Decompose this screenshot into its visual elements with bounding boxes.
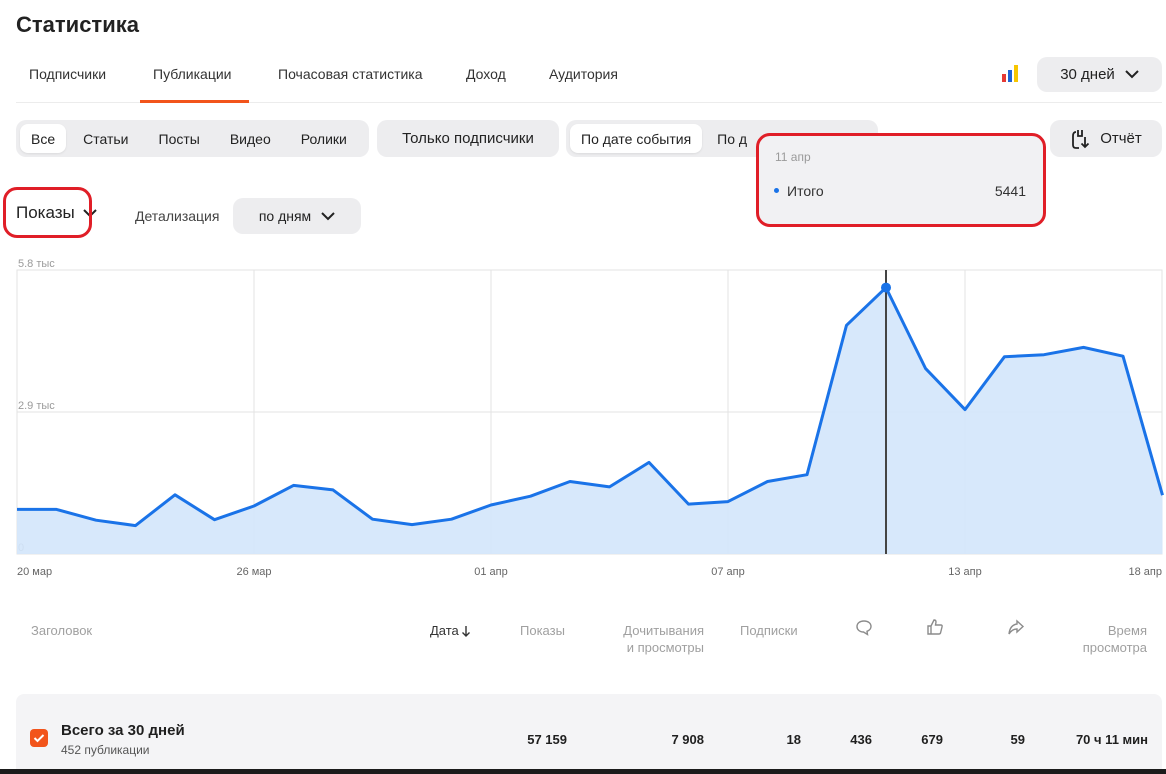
x-tick-label: 26 мар bbox=[236, 566, 271, 578]
data-point bbox=[766, 480, 769, 483]
data-point bbox=[1161, 494, 1164, 497]
data-point bbox=[174, 493, 177, 496]
data-point bbox=[371, 518, 374, 521]
data-point bbox=[1043, 353, 1046, 356]
page-title: Статистика bbox=[16, 12, 139, 37]
col-header-reads-line2: и просмотры bbox=[626, 640, 704, 655]
col-header-time-line1: Время bbox=[1107, 623, 1147, 638]
impressions-chart: 5.8 тыс2.9 тыс020 мар26 мар01 апр07 апр1… bbox=[16, 258, 1164, 578]
period-select[interactable]: 30 дней bbox=[1037, 57, 1162, 92]
col-header-views[interactable]: Показы bbox=[520, 622, 565, 639]
summary-comments: 436 bbox=[850, 732, 872, 747]
report-icon bbox=[1072, 129, 1090, 149]
highlight-frame-tooltip bbox=[756, 133, 1046, 227]
summary-title: Всего за 30 дней bbox=[61, 722, 185, 739]
summary-subtitle: 452 публикации bbox=[61, 743, 150, 757]
share-icon[interactable] bbox=[1007, 619, 1025, 636]
data-point bbox=[411, 523, 414, 526]
data-point bbox=[490, 504, 493, 507]
summary-shares: 59 bbox=[1010, 732, 1025, 747]
x-tick-label: 18 апр bbox=[1129, 566, 1162, 578]
data-point bbox=[964, 408, 967, 411]
filter-posts[interactable]: Посты bbox=[148, 124, 211, 153]
comment-icon[interactable] bbox=[855, 619, 873, 636]
detail-label: Детализация bbox=[135, 208, 220, 224]
summary-views: 57 159 bbox=[527, 732, 567, 747]
tab-subscribers[interactable]: Подписчики bbox=[29, 66, 106, 82]
col-header-title[interactable]: Заголовок bbox=[31, 622, 92, 639]
data-point bbox=[16, 508, 19, 511]
data-point bbox=[648, 461, 651, 464]
report-button[interactable]: Отчёт bbox=[1050, 120, 1162, 157]
x-tick-label: 07 апр bbox=[711, 566, 744, 578]
data-point bbox=[292, 484, 295, 487]
report-label: Отчёт bbox=[1100, 130, 1142, 147]
col-header-reads[interactable]: Дочитывания и просмотры bbox=[600, 622, 704, 656]
date-mode-event[interactable]: По дате события bbox=[570, 124, 703, 153]
subscribers-only-button[interactable]: Только подписчики bbox=[377, 120, 559, 157]
col-header-time-line2: просмотра bbox=[1082, 640, 1147, 655]
tab-publications[interactable]: Публикации bbox=[153, 66, 231, 82]
data-point bbox=[134, 524, 137, 527]
y-tick-label: 5.8 тыс bbox=[18, 258, 55, 270]
period-label: 30 дней bbox=[1060, 66, 1115, 83]
summary-checkbox[interactable] bbox=[30, 729, 48, 747]
chevron-down-icon bbox=[321, 211, 335, 220]
date-mode-publication[interactable]: По д bbox=[706, 124, 758, 153]
data-point bbox=[845, 324, 848, 327]
filter-videos[interactable]: Видео bbox=[219, 124, 282, 153]
data-point bbox=[55, 508, 58, 511]
tab-hourly-stats[interactable]: Почасовая статистика bbox=[278, 66, 423, 82]
sort-down-icon bbox=[461, 625, 470, 637]
series-area bbox=[17, 287, 1163, 554]
brand-bars-icon bbox=[1002, 65, 1018, 82]
data-point bbox=[569, 480, 572, 483]
data-point bbox=[1003, 355, 1006, 358]
summary-watch-time: 70 ч 11 мин bbox=[1075, 732, 1148, 747]
detail-select[interactable]: по дням bbox=[233, 198, 361, 234]
data-point bbox=[806, 473, 809, 476]
data-point bbox=[332, 488, 335, 491]
check-icon bbox=[33, 734, 45, 743]
active-tab-indicator bbox=[140, 100, 249, 103]
x-tick-label: 13 апр bbox=[948, 566, 981, 578]
data-point bbox=[608, 485, 611, 488]
data-point bbox=[1082, 346, 1085, 349]
data-point bbox=[95, 519, 98, 522]
filter-all[interactable]: Все bbox=[20, 124, 67, 153]
data-point bbox=[727, 500, 730, 503]
window-bottom-edge bbox=[0, 769, 1166, 774]
x-tick-label: 01 апр bbox=[474, 566, 507, 578]
data-point bbox=[529, 495, 532, 498]
col-header-date-label: Дата bbox=[430, 623, 459, 638]
y-tick-label: 2.9 тыс bbox=[18, 400, 55, 412]
data-point bbox=[253, 505, 256, 508]
tab-income[interactable]: Доход bbox=[466, 66, 506, 82]
highlighted-point bbox=[881, 282, 891, 293]
summary-reads: 7 908 bbox=[671, 732, 704, 747]
data-point bbox=[924, 367, 927, 370]
col-header-reads-line1: Дочитывания bbox=[623, 623, 704, 638]
col-header-date[interactable]: Дата bbox=[430, 622, 471, 639]
content-type-filter: Все Статьи Посты Видео Ролики bbox=[16, 120, 369, 157]
filter-shorts[interactable]: Ролики bbox=[290, 124, 358, 153]
like-icon[interactable] bbox=[926, 618, 944, 636]
x-tick-label: 20 мар bbox=[17, 566, 52, 578]
data-point bbox=[687, 503, 690, 506]
data-point bbox=[1122, 355, 1125, 358]
filter-articles[interactable]: Статьи bbox=[72, 124, 139, 153]
data-point bbox=[213, 518, 216, 521]
highlight-frame-metric bbox=[3, 187, 92, 238]
chevron-down-icon bbox=[1125, 70, 1139, 79]
summary-subscriptions: 18 bbox=[786, 732, 801, 747]
tab-audience[interactable]: Аудитория bbox=[549, 66, 618, 82]
data-point bbox=[450, 518, 453, 521]
detail-value: по дням bbox=[258, 208, 312, 224]
summary-likes: 679 bbox=[921, 732, 943, 747]
col-header-watch-time[interactable]: Время просмотра bbox=[1060, 622, 1147, 656]
col-header-subscriptions[interactable]: Подписки bbox=[740, 622, 798, 639]
